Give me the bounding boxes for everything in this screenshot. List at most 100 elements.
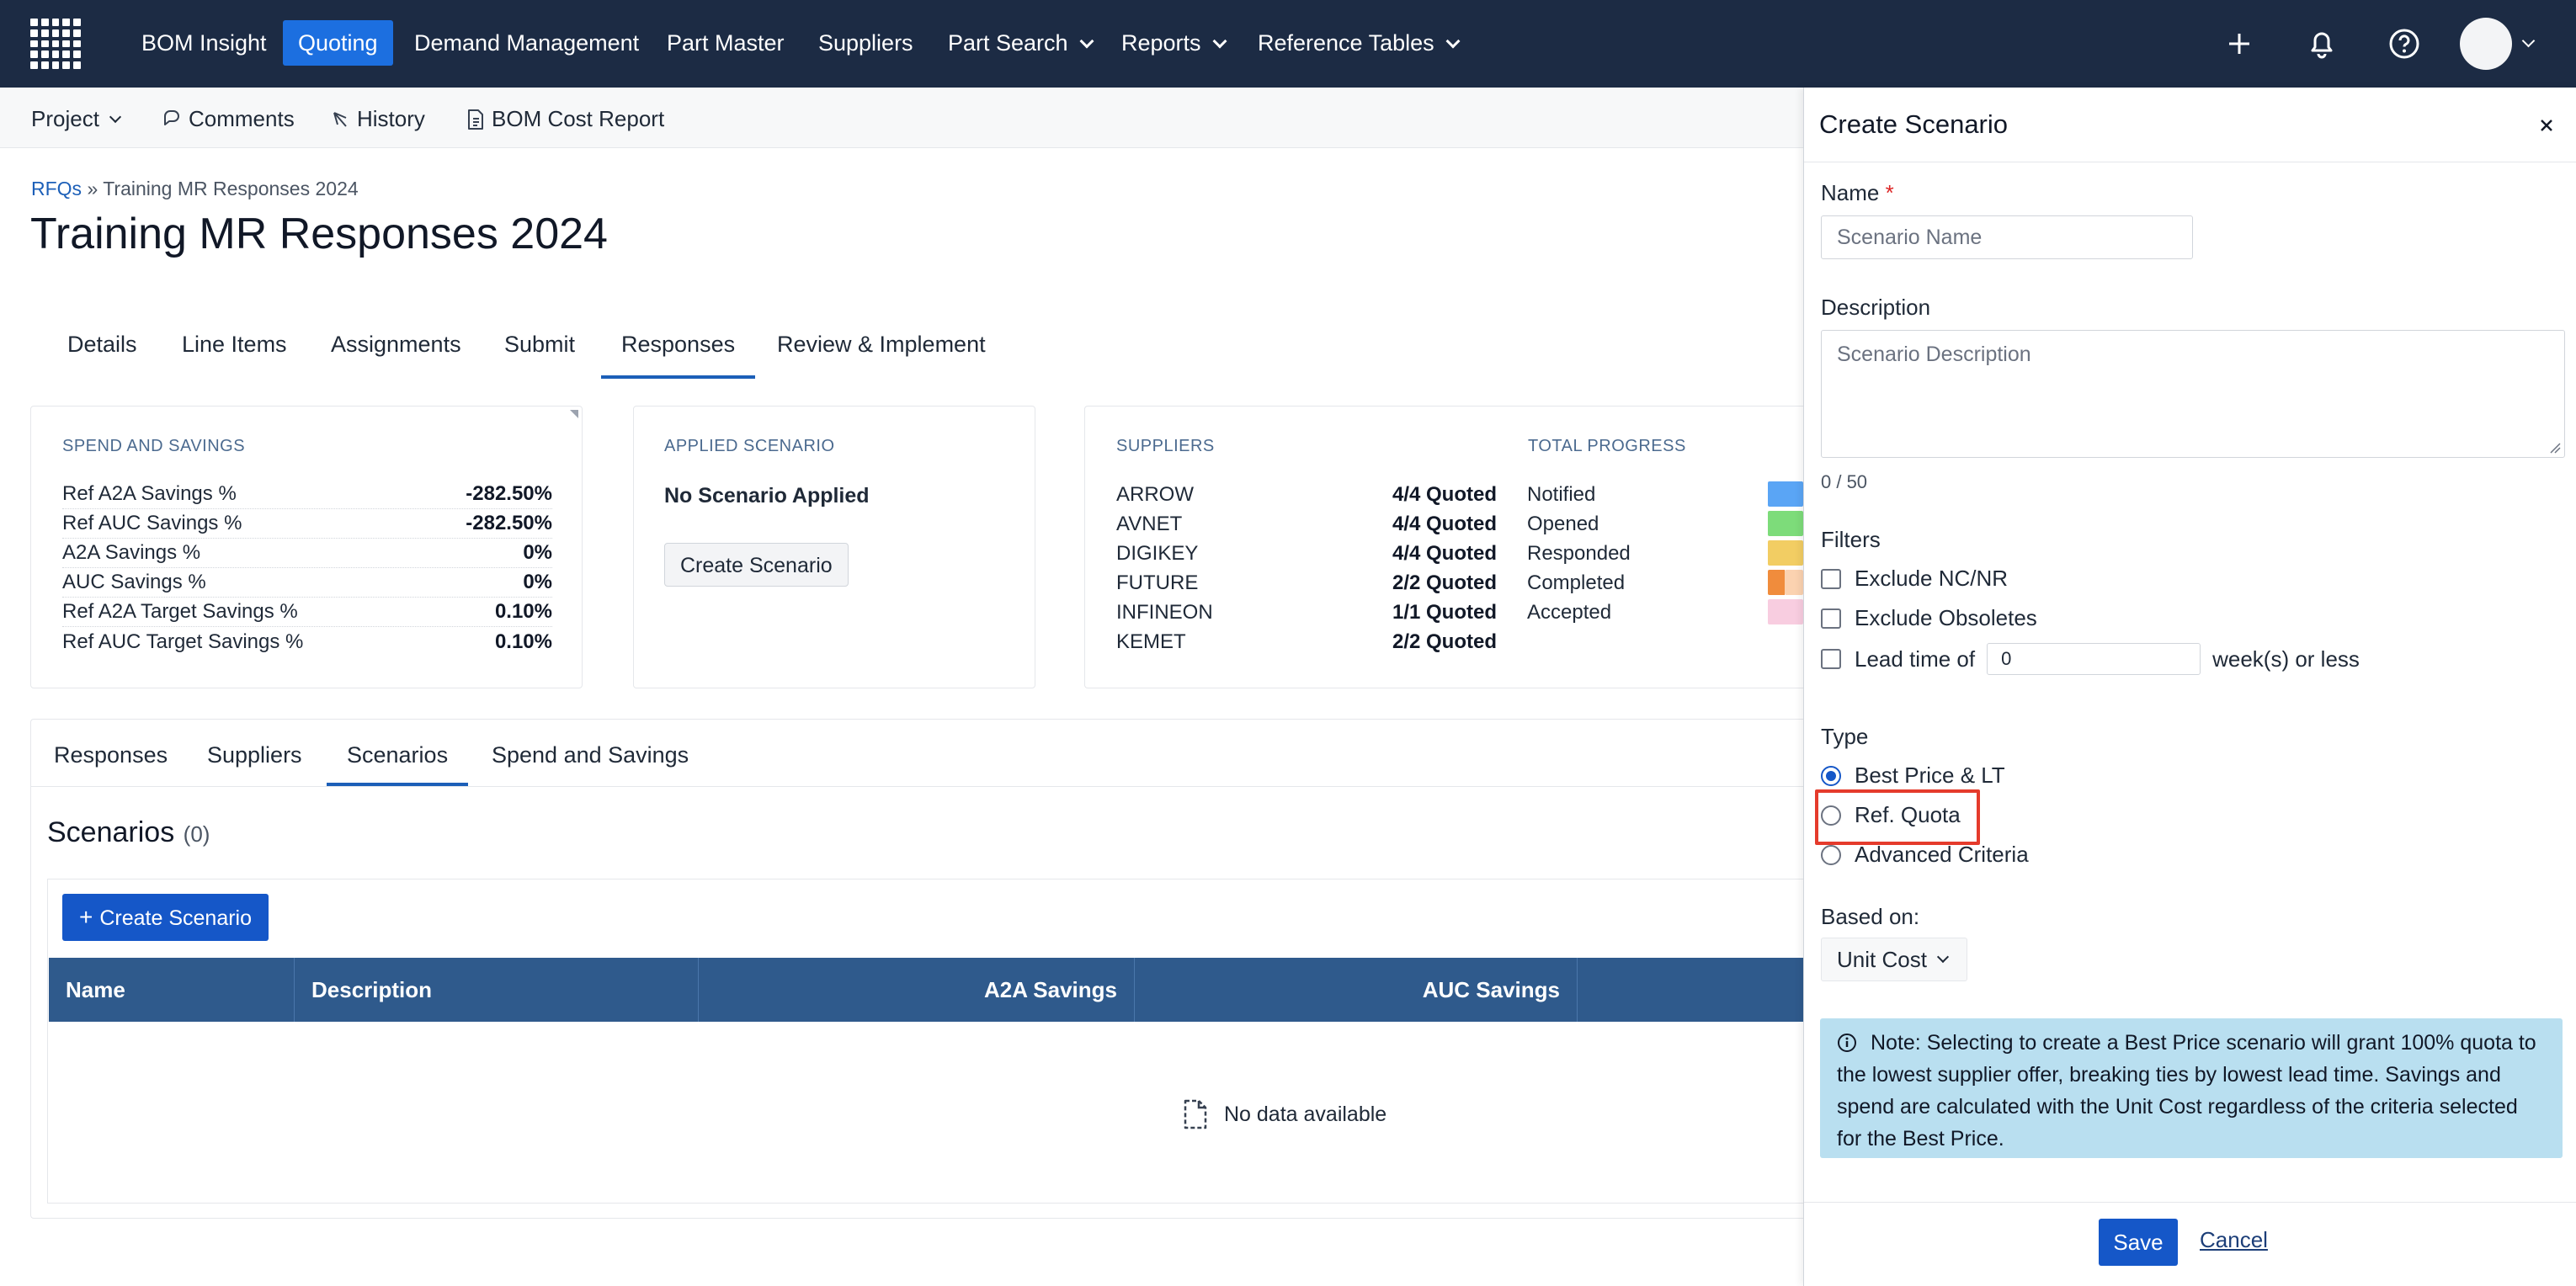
column-header-auc-savings[interactable]: AUC Savings bbox=[1135, 958, 1578, 1022]
supplier-quoted: 4/4 Quoted bbox=[1392, 482, 1497, 506]
app-grid-logo-icon[interactable] bbox=[30, 19, 81, 69]
nav-label: Reference Tables bbox=[1258, 30, 1434, 56]
subtab-spend-and-savings[interactable]: Spend and Savings bbox=[471, 734, 709, 789]
plus-icon: + bbox=[79, 904, 93, 930]
column-header-a2a-savings[interactable]: A2A Savings bbox=[699, 958, 1135, 1022]
scenarios-count: (0) bbox=[183, 821, 210, 847]
supplier-name: ARROW bbox=[1116, 482, 1194, 506]
tab-details[interactable]: Details bbox=[47, 323, 157, 379]
spend-value: 0% bbox=[523, 541, 552, 564]
spend-value: 0% bbox=[523, 571, 552, 593]
breadcrumb-current: Training MR Responses 2024 bbox=[103, 178, 359, 199]
exclude-obsoletes-label: Exclude Obsoletes bbox=[1855, 605, 2037, 630]
supplier-quoted: 4/4 Quoted bbox=[1392, 541, 1497, 565]
comment-icon bbox=[164, 109, 179, 125]
scenario-name-input[interactable]: Scenario Name bbox=[1821, 215, 2193, 259]
checkbox-box[interactable] bbox=[1821, 608, 1841, 629]
close-icon[interactable] bbox=[2534, 113, 2559, 138]
comments-link[interactable]: Comments bbox=[162, 106, 295, 132]
lead-time-weeks-input[interactable]: 0 bbox=[1987, 643, 2201, 675]
nav-part-search[interactable]: Part Search bbox=[933, 20, 1107, 66]
type-radio-advanced-criteria[interactable]: Advanced Criteria bbox=[1821, 842, 2029, 868]
checkbox-box[interactable] bbox=[1821, 649, 1841, 669]
tab-submit[interactable]: Submit bbox=[484, 323, 595, 379]
lead-time-label: Lead time of bbox=[1855, 646, 1976, 672]
column-header-description[interactable]: Description bbox=[295, 958, 699, 1022]
tab-assignments[interactable]: Assignments bbox=[311, 323, 482, 379]
project-dropdown[interactable]: Project bbox=[31, 106, 121, 132]
supplier-quoted: 1/1 Quoted bbox=[1392, 600, 1497, 624]
radio-button[interactable] bbox=[1821, 844, 1841, 865]
supplier-name: FUTURE bbox=[1116, 571, 1199, 594]
spend-label: Ref AUC Target Savings % bbox=[62, 630, 304, 653]
scenarios-heading: Scenarios (0) bbox=[47, 816, 210, 849]
applied-scenario-status: No Scenario Applied bbox=[664, 484, 870, 507]
nav-label: Demand Management bbox=[414, 30, 640, 56]
supplier-row: FUTURE 2/2 Quoted bbox=[1116, 568, 1497, 598]
spend-row: Ref A2A Target Savings % 0.10% bbox=[62, 598, 552, 627]
bom-cost-report-link[interactable]: BOM Cost Report bbox=[466, 106, 664, 132]
avatar[interactable] bbox=[2458, 18, 2535, 70]
breadcrumb-rfqs-link[interactable]: RFQs bbox=[31, 178, 82, 199]
exclude-ncnr-checkbox[interactable]: Exclude NC/NR bbox=[1821, 566, 2008, 592]
nav-part-master[interactable]: Part Master bbox=[652, 20, 800, 66]
supplier-name: AVNET bbox=[1116, 512, 1183, 535]
bell-icon[interactable] bbox=[2302, 24, 2342, 64]
column-header-name[interactable]: Name bbox=[49, 958, 295, 1022]
scenarios-table-container bbox=[47, 879, 1803, 1204]
bom-cost-report-label: BOM Cost Report bbox=[492, 106, 665, 131]
supplier-quoted: 4/4 Quoted bbox=[1392, 512, 1497, 535]
nav-reports[interactable]: Reports bbox=[1106, 20, 1240, 66]
history-icon bbox=[333, 111, 347, 127]
checkbox-box[interactable] bbox=[1821, 568, 1841, 589]
create-scenario-button[interactable]: + Create Scenario bbox=[62, 894, 269, 941]
resize-handle-icon[interactable] bbox=[2549, 442, 2561, 454]
scenario-description-placeholder: Scenario Description bbox=[1837, 343, 2031, 366]
exclude-obsoletes-checkbox[interactable]: Exclude Obsoletes bbox=[1821, 605, 2037, 631]
nav-suppliers[interactable]: Suppliers bbox=[803, 20, 929, 66]
chevron-down-icon bbox=[109, 110, 121, 123]
applied-scenario-heading: APPLIED SCENARIO bbox=[664, 437, 835, 455]
lead-time-checkbox[interactable]: Lead time of 0 week(s) or less bbox=[1821, 643, 2360, 675]
type-radio-best-price-lt[interactable]: Best Price & LT bbox=[1821, 763, 2005, 789]
spend-value: -282.50% bbox=[466, 482, 552, 505]
radio-button-selected[interactable] bbox=[1821, 765, 1841, 786]
spend-savings-heading: SPEND AND SAVINGS bbox=[62, 437, 246, 455]
progress-label-opened: Opened bbox=[1527, 513, 1599, 535]
progress-bar-accepted bbox=[1768, 599, 1803, 624]
create-scenario-card-button[interactable]: Create Scenario bbox=[664, 543, 849, 587]
name-label-text: Name bbox=[1821, 180, 1880, 205]
scenarios-table-header: Name Description A2A Savings AUC Savings bbox=[49, 958, 1803, 1022]
cancel-button[interactable]: Cancel bbox=[2200, 1227, 2268, 1253]
nav-demand-management[interactable]: Demand Management bbox=[399, 20, 654, 66]
nav-reference-tables[interactable]: Reference Tables bbox=[1243, 20, 1473, 66]
spend-value: 0.10% bbox=[494, 630, 552, 653]
nav-label: Suppliers bbox=[818, 30, 913, 56]
applied-scenario-card: APPLIED SCENARIO No Scenario Applied Cre… bbox=[633, 406, 1035, 688]
supplier-row: DIGIKEY 4/4 Quoted bbox=[1116, 539, 1497, 568]
nav-quoting[interactable]: Quoting bbox=[283, 20, 393, 66]
subtab-responses[interactable]: Responses bbox=[34, 734, 188, 789]
tab-review-implement[interactable]: Review & Implement bbox=[757, 323, 1006, 379]
top-navigation: BOM Insight Quoting Demand Management Pa… bbox=[0, 0, 2576, 88]
spend-value: 0.10% bbox=[494, 600, 552, 623]
scenario-description-textarea[interactable]: Scenario Description bbox=[1821, 330, 2565, 458]
spend-row: Ref A2A Savings % -282.50% bbox=[62, 480, 552, 509]
nav-label: Reports bbox=[1121, 30, 1201, 56]
nav-bom-insight[interactable]: BOM Insight bbox=[126, 20, 282, 66]
plus-icon[interactable] bbox=[2219, 24, 2259, 64]
tab-line-items[interactable]: Line Items bbox=[162, 323, 307, 379]
panel-footer-divider bbox=[1804, 1202, 2576, 1203]
subtab-suppliers[interactable]: Suppliers bbox=[187, 734, 322, 789]
history-link[interactable]: History bbox=[330, 106, 425, 132]
based-on-select[interactable]: Unit Cost bbox=[1821, 938, 1967, 981]
save-button[interactable]: Save bbox=[2099, 1219, 2178, 1266]
ref-quota-highlight-box bbox=[1815, 789, 1980, 845]
lead-time-value: 0 bbox=[2001, 648, 2012, 669]
subtab-scenarios[interactable]: Scenarios bbox=[327, 734, 469, 786]
help-icon[interactable] bbox=[2384, 24, 2424, 64]
exclude-ncnr-label: Exclude NC/NR bbox=[1855, 566, 2009, 591]
tab-responses[interactable]: Responses bbox=[601, 323, 756, 379]
spend-label: Ref A2A Savings % bbox=[62, 482, 237, 505]
supplier-row: AVNET 4/4 Quoted bbox=[1116, 509, 1497, 539]
